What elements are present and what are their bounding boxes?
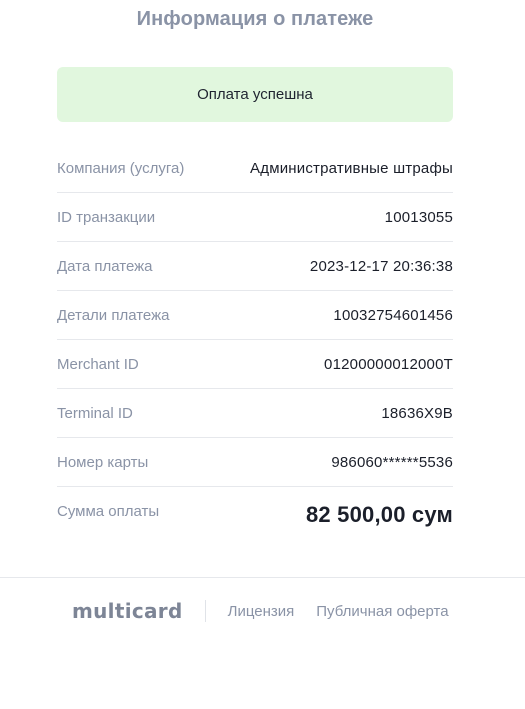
detail-label: Дата платежа: [57, 257, 153, 275]
footer: multicard Лицензия Публичная оферта: [72, 598, 471, 624]
detail-label: Детали платежа: [57, 306, 170, 324]
multicard-logo[interactable]: multicard: [72, 599, 183, 623]
public-offer-link[interactable]: Публичная оферта: [316, 603, 448, 620]
total-amount: 82 500,00 сум: [305, 502, 453, 527]
detail-row-merchant-id: Merchant ID 01200000012000T: [57, 340, 453, 389]
detail-label: Merchant ID: [57, 355, 139, 373]
detail-row-card-number: Номер карты 986060******5536: [57, 438, 453, 487]
detail-value: 10013055: [384, 208, 453, 226]
detail-label: Номер карты: [57, 453, 149, 471]
license-link[interactable]: Лицензия: [228, 603, 295, 620]
detail-value: 18636X9B: [381, 404, 453, 422]
detail-label: Компания (услуга): [57, 159, 185, 177]
detail-value: 2023-12-17 20:36:38: [309, 257, 453, 275]
payment-status-banner: Оплата успешна: [57, 67, 453, 122]
payment-details: Компания (услуга) Административные штраф…: [57, 144, 453, 545]
total-label: Сумма оплаты: [57, 503, 160, 520]
detail-row-transaction-id: ID транзакции 10013055: [57, 193, 453, 242]
detail-label: Terminal ID: [57, 404, 133, 422]
detail-value: 01200000012000T: [324, 355, 453, 373]
payment-status-text: Оплата успешна: [197, 86, 313, 103]
detail-row-company: Компания (услуга) Административные штраф…: [57, 144, 453, 193]
detail-value: 986060******5536: [331, 453, 453, 471]
detail-value: Административные штрафы: [250, 159, 453, 177]
page-title: Информация о платеже: [136, 8, 374, 30]
detail-row-payment-details: Детали платежа 10032754601456: [57, 291, 453, 340]
footer-separator: [204, 600, 206, 622]
detail-row-terminal-id: Terminal ID 18636X9B: [57, 389, 453, 438]
detail-value: 10032754601456: [333, 306, 453, 324]
footer-divider: [0, 577, 525, 578]
detail-label: ID транзакции: [57, 208, 156, 226]
detail-row-payment-date: Дата платежа 2023-12-17 20:36:38: [57, 242, 453, 291]
detail-row-total-amount: Сумма оплаты 82 500,00 сум: [57, 487, 453, 545]
